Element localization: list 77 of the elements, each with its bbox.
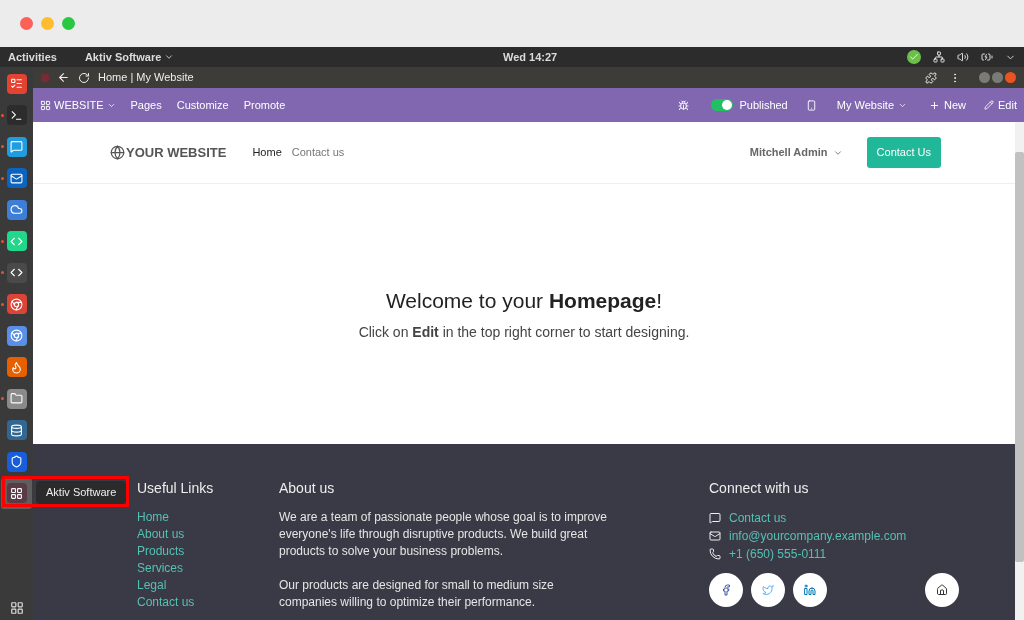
- pencil-icon: [984, 100, 995, 110]
- folder-icon: [6, 388, 27, 409]
- code-icon: [6, 262, 27, 283]
- contact-link[interactable]: info@yourcompany.example.com: [729, 527, 907, 545]
- about-paragraph: We are a team of passionate people whose goal is to improve everyone's life through disruptive products. We build great products to solve your business problems.: [279, 509, 608, 560]
- menu-item[interactable]: Customize: [176, 96, 229, 114]
- facebook-icon: [720, 584, 732, 596]
- home-icon: [936, 584, 948, 596]
- published-toggle[interactable]: Published: [711, 96, 788, 114]
- puzzle-icon[interactable]: [925, 71, 937, 84]
- site-favicon-icon: [41, 73, 49, 82]
- chat-icon: [709, 512, 721, 524]
- footer-link[interactable]: Home: [137, 509, 247, 526]
- grid-icon: [40, 99, 51, 111]
- menu-item[interactable]: Promote: [243, 96, 286, 114]
- nav-link[interactable]: Home: [252, 144, 282, 161]
- app-menu[interactable]: Aktiv Software: [84, 48, 175, 66]
- back-icon[interactable]: [57, 71, 70, 84]
- mobile-icon[interactable]: [805, 99, 817, 111]
- edit-button[interactable]: Edit: [984, 96, 1017, 114]
- nav-link[interactable]: Contact us: [291, 144, 345, 161]
- footer-heading: Useful Links: [137, 479, 215, 498]
- contact-link[interactable]: +1 (650) 555-0111: [729, 545, 827, 563]
- linkedin-link[interactable]: [793, 573, 827, 607]
- footer-link[interactable]: Legal: [137, 577, 247, 594]
- close-icon[interactable]: [1005, 72, 1016, 83]
- mail-icon: [709, 530, 721, 542]
- globe-icon: [110, 145, 125, 160]
- dots-icon: [6, 483, 27, 504]
- tooltip: Aktiv Software: [36, 481, 127, 504]
- volume-icon[interactable]: [957, 51, 969, 63]
- shield-icon: [6, 451, 27, 472]
- maximize-icon[interactable]: [992, 72, 1003, 83]
- facebook-link[interactable]: [709, 573, 743, 607]
- check-icon[interactable]: [907, 50, 921, 64]
- hero-title: Welcome to your Homepage!: [385, 287, 663, 314]
- phone-icon: [709, 548, 721, 560]
- user-menu[interactable]: Mitchell Admin: [749, 144, 843, 161]
- list-icon: [6, 73, 27, 94]
- home-link[interactable]: [925, 573, 959, 607]
- database-icon: [6, 420, 27, 441]
- menu-item[interactable]: Pages: [130, 96, 162, 114]
- minimize-icon[interactable]: [979, 72, 990, 83]
- logo[interactable]: YOUR WEBSITE: [110, 142, 227, 163]
- caret-icon: [164, 52, 175, 62]
- app-grid-icon[interactable]: [9, 601, 24, 615]
- footer-link[interactable]: Products: [137, 543, 247, 560]
- battery-icon[interactable]: [981, 51, 993, 63]
- hero-subtitle: Click on Edit in the top right corner to start designing.: [358, 323, 690, 343]
- flame-icon: [6, 357, 27, 378]
- browser-icon: [6, 294, 27, 315]
- footer-link[interactable]: Services: [137, 560, 247, 577]
- app-menu-button[interactable]: WEBSITE: [40, 96, 116, 114]
- website-switcher[interactable]: My Website: [836, 96, 907, 114]
- twitter-icon: [762, 584, 774, 596]
- code-icon: [6, 231, 27, 252]
- window-title: Home | My Website: [98, 70, 194, 86]
- contact-link[interactable]: Contact us: [729, 509, 787, 527]
- about-paragraph: Our products are designed for small to medium size companies willing to optimize their performance.: [279, 577, 555, 611]
- clock[interactable]: Wed 14:27: [503, 48, 558, 66]
- chat-icon: [6, 136, 27, 157]
- reload-icon[interactable]: [78, 71, 90, 84]
- cloud-icon: [6, 199, 27, 220]
- footer-link[interactable]: About us: [137, 526, 247, 543]
- plus-icon: [929, 99, 940, 111]
- footer-link[interactable]: Contact us: [137, 594, 247, 611]
- mail-icon: [6, 168, 27, 189]
- terminal-icon: [6, 105, 27, 126]
- network-icon[interactable]: [933, 51, 945, 63]
- bug-icon[interactable]: [678, 99, 690, 111]
- activities-button[interactable]: Activities: [8, 48, 57, 66]
- footer-heading: About us: [279, 479, 336, 498]
- browser-icon: [6, 325, 27, 346]
- new-button[interactable]: New: [929, 96, 967, 114]
- twitter-link[interactable]: [751, 573, 785, 607]
- footer-heading: Connect with us: [709, 479, 810, 498]
- linkedin-icon: [804, 584, 816, 596]
